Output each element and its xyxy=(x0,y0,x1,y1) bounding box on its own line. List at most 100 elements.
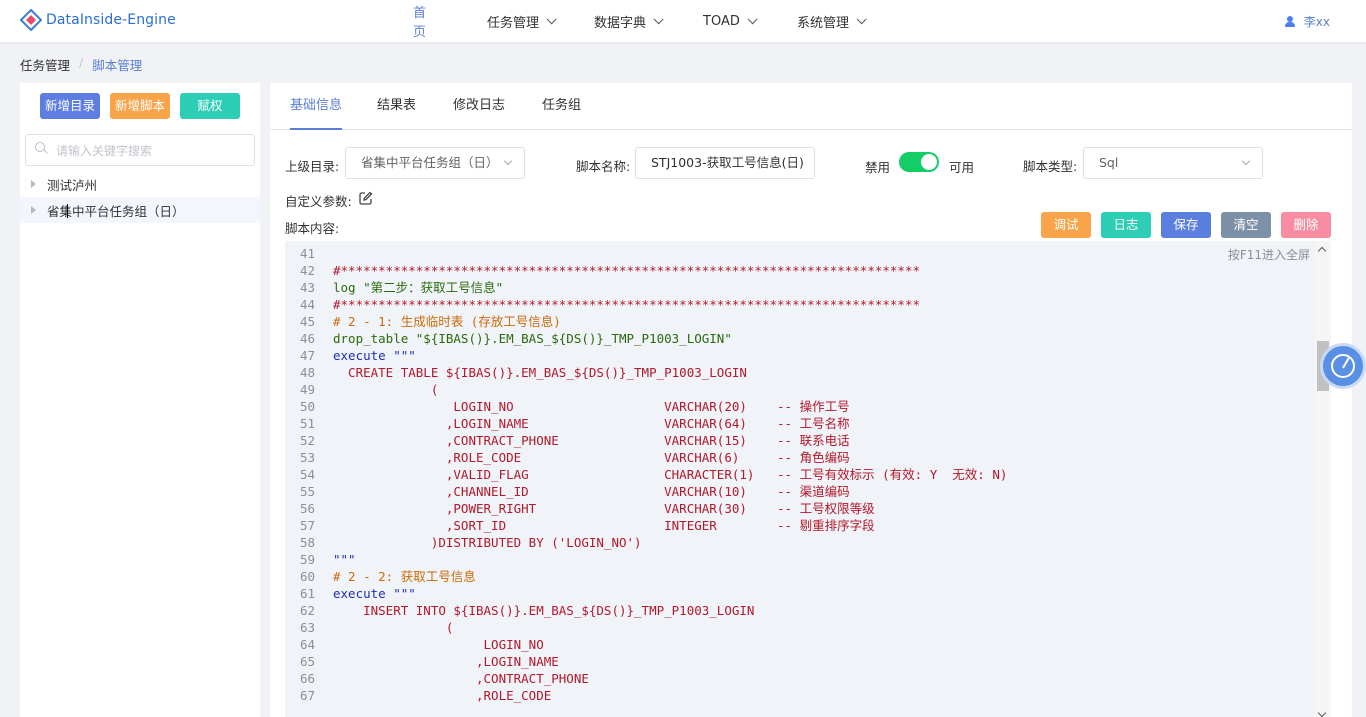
line-number: 55 xyxy=(299,484,315,499)
tab-change-log[interactable]: 修改日志 xyxy=(453,83,505,129)
code-line[interactable]: 49 ( xyxy=(285,381,1315,398)
code-line[interactable]: 63 ( xyxy=(285,619,1315,636)
code-line[interactable]: 64 LOGIN_NO xyxy=(285,636,1315,653)
code-line[interactable]: 67 ,ROLE_CODE xyxy=(285,687,1315,704)
delete-button[interactable]: 删除 xyxy=(1281,212,1331,238)
scroll-up-icon[interactable] xyxy=(1317,246,1327,256)
line-text: log "第二步：获取工号信息" xyxy=(333,280,504,295)
parent-dir-label: 上级目录: xyxy=(285,159,340,174)
breadcrumb-parent[interactable]: 任务管理 xyxy=(20,55,70,74)
nav-home[interactable]: 首页 xyxy=(413,0,426,42)
code-line[interactable]: 51 ,LOGIN_NAME VARCHAR(64) -- 工号名称 xyxy=(285,415,1315,432)
scroll-down-icon[interactable] xyxy=(1317,708,1327,717)
code-line[interactable]: 52 ,CONTRACT_PHONE VARCHAR(15) -- 联系电话 xyxy=(285,432,1315,449)
code-line[interactable]: 60 # 2 - 2: 获取工号信息 xyxy=(285,568,1315,585)
line-text: ,CONTRACT_PHONE xyxy=(333,671,589,686)
clear-button[interactable]: 清空 xyxy=(1221,212,1271,238)
code-line[interactable]: 46 drop_table "${IBAS()}.EM_BAS_${DS()}_T… xyxy=(285,330,1315,347)
code-line[interactable]: 61 execute """ xyxy=(285,585,1315,602)
disable-label: 禁用 xyxy=(865,160,891,175)
line-number: 62 xyxy=(299,603,315,618)
line-text: CREATE TABLE ${IBAS()}.EM_BAS_${DS()}_TM… xyxy=(333,365,747,380)
code-line[interactable]: 57 ,SORT_ID INTEGER -- 剔重排序字段 xyxy=(285,517,1315,534)
chevron-down-icon xyxy=(503,156,513,166)
breadcrumb-separator: / xyxy=(79,55,84,70)
code-line[interactable]: 50 LOGIN_NO VARCHAR(20) -- 操作工号 xyxy=(285,398,1315,415)
line-text: execute """ xyxy=(333,586,416,601)
tree-search-input[interactable] xyxy=(56,141,246,161)
nav-data-dictionary[interactable]: 数据字典 xyxy=(594,0,714,42)
toggle-knob xyxy=(921,154,937,170)
add-script-button[interactable]: 新增脚本 xyxy=(110,93,170,119)
add-directory-button[interactable]: 新增目录 xyxy=(40,93,100,119)
editor-scrollbar[interactable] xyxy=(1315,241,1331,717)
nav-task-label: 任务管理 xyxy=(487,15,540,31)
nav-system-management[interactable]: 系统管理 xyxy=(797,0,917,42)
save-button[interactable]: 保存 xyxy=(1161,212,1211,238)
line-text: #***************************************… xyxy=(333,297,920,312)
code-line[interactable]: 42 #*************************************… xyxy=(285,262,1315,279)
script-type-value: Sql xyxy=(1099,155,1119,170)
line-text: INSERT INTO ${IBAS()}.EM_BAS_${DS()}_TMP… xyxy=(333,603,755,618)
caret-right-icon[interactable] xyxy=(31,206,36,214)
nav-task-management[interactable]: 任务管理 xyxy=(487,0,607,42)
edit-icon[interactable] xyxy=(359,191,373,205)
debug-button[interactable]: 调试 xyxy=(1041,212,1091,238)
tree-node[interactable]: 测试泸州 xyxy=(20,171,260,197)
floating-gauge-button[interactable] xyxy=(1320,343,1366,389)
line-number: 46 xyxy=(299,331,315,346)
enable-label: 可用 xyxy=(949,160,975,175)
diamond-logo-icon xyxy=(19,8,43,32)
code-line[interactable]: 62 INSERT INTO ${IBAS()}.EM_BAS_${DS()}_… xyxy=(285,602,1315,619)
nav-toad[interactable]: TOAD xyxy=(703,0,803,42)
line-number: 41 xyxy=(299,246,315,261)
code-editor[interactable]: 41 42 #***********************************… xyxy=(285,241,1331,717)
code-line[interactable]: 65 ,LOGIN_NAME xyxy=(285,653,1315,670)
tab-result-table[interactable]: 结果表 xyxy=(377,83,416,129)
line-number: 44 xyxy=(299,297,315,312)
line-text: ( xyxy=(333,620,454,635)
line-number: 64 xyxy=(299,637,315,652)
code-line[interactable]: 58 )DISTRIBUTED BY ('LOGIN_NO') xyxy=(285,534,1315,551)
code-line[interactable]: 44 #*************************************… xyxy=(285,296,1315,313)
code-line[interactable]: 48 CREATE TABLE ${IBAS()}.EM_BAS_${DS()}… xyxy=(285,364,1315,381)
detail-tabs: 基础信息 结果表 修改日志 任务组 xyxy=(270,83,1352,130)
app-logo[interactable]: DataInside-Engine xyxy=(19,8,176,32)
line-number: 54 xyxy=(299,467,315,482)
code-line[interactable]: 43 log "第二步：获取工号信息" xyxy=(285,279,1315,296)
script-type-select[interactable]: Sql xyxy=(1083,147,1263,179)
chevron-down-icon xyxy=(653,13,664,24)
line-number: 43 xyxy=(299,280,315,295)
parent-dir-select[interactable]: 省集中平台任务组（日） xyxy=(345,147,525,179)
code-line[interactable]: 59 """ xyxy=(285,551,1315,568)
code-line[interactable]: 54 ,VALID_FLAG CHARACTER(1) -- 工号有效标示 (有… xyxy=(285,466,1315,483)
code-line[interactable]: 53 ,ROLE_CODE VARCHAR(6) -- 角色编码 xyxy=(285,449,1315,466)
line-text: ,LOGIN_NAME VARCHAR(64) -- 工号名称 xyxy=(333,416,850,431)
log-button[interactable]: 日志 xyxy=(1101,212,1151,238)
code-line[interactable]: 45 # 2 - 1: 生成临时表 (存放工号信息) xyxy=(285,313,1315,330)
tree-node-selected[interactable]: 省集中平台任务组（日） xyxy=(20,197,260,223)
nav-dict-label: 数据字典 xyxy=(594,15,647,31)
line-number: 47 xyxy=(299,348,315,363)
code-line[interactable]: 41 xyxy=(285,245,1315,262)
app-title: DataInside-Engine xyxy=(46,12,176,28)
code-line[interactable]: 66 ,CONTRACT_PHONE xyxy=(285,670,1315,687)
chevron-down-icon xyxy=(1241,156,1251,166)
script-type-label: 脚本类型: xyxy=(1023,159,1078,174)
grant-permission-button[interactable]: 赋权 xyxy=(180,93,240,119)
script-name-label: 脚本名称: xyxy=(576,159,631,174)
nav-home-label: 首页 xyxy=(413,6,427,40)
code-line[interactable]: 55 ,CHANNEL_ID VARCHAR(10) -- 渠道编码 xyxy=(285,483,1315,500)
code-line[interactable]: 47 execute """ xyxy=(285,347,1315,364)
user-menu[interactable]: 李xx xyxy=(1284,13,1330,30)
tab-task-group[interactable]: 任务组 xyxy=(542,83,581,129)
user-name: 李xx xyxy=(1303,15,1330,29)
custom-params-label: 自定义参数: xyxy=(285,194,352,209)
script-name-input[interactable]: STJ1003-获取工号信息(日) xyxy=(635,147,815,179)
code-line[interactable]: 56 ,POWER_RIGHT VARCHAR(30) -- 工号权限等级 xyxy=(285,500,1315,517)
enable-toggle[interactable] xyxy=(899,152,939,172)
tab-basic-info[interactable]: 基础信息 xyxy=(290,83,343,130)
line-text: execute """ xyxy=(333,348,416,363)
script-detail-panel: 基础信息 结果表 修改日志 任务组 上级目录: 省集中平台任务组（日） 脚本名称… xyxy=(270,83,1352,717)
caret-right-icon[interactable] xyxy=(31,180,36,188)
